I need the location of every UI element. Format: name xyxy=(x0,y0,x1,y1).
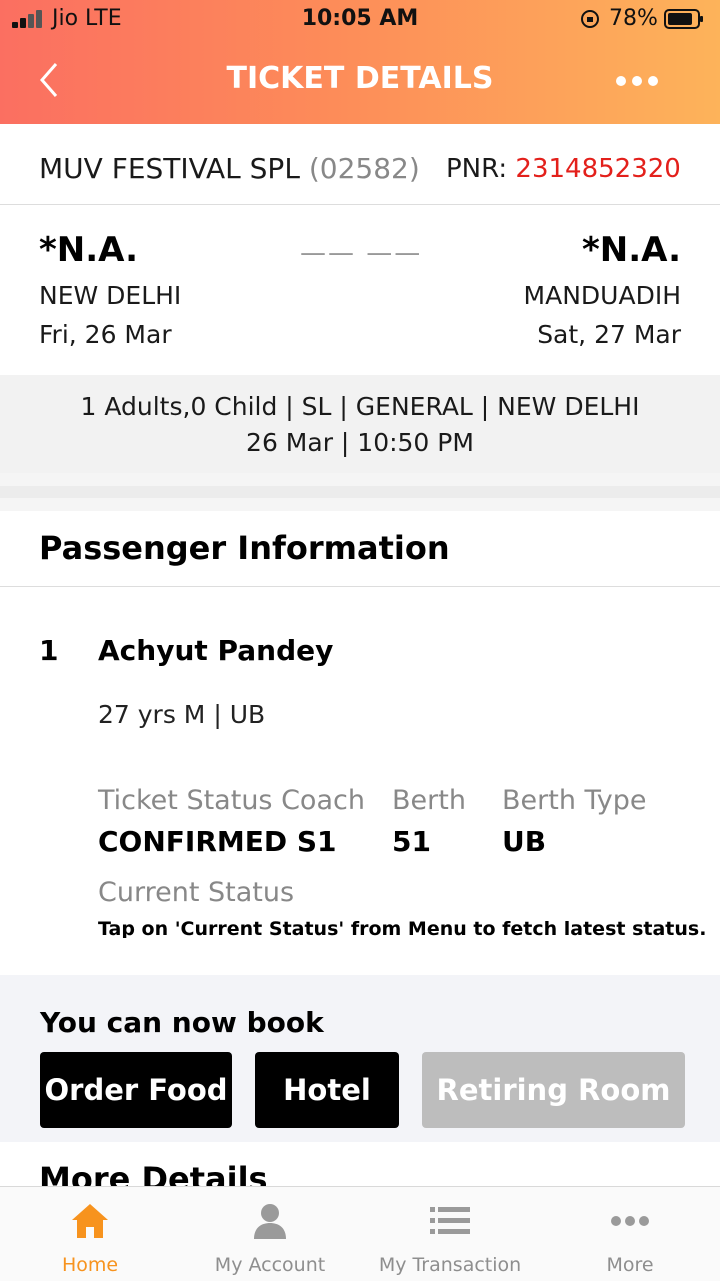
app-header: Jio LTE 10:05 AM 78% TICKET DETAILS xyxy=(0,0,720,124)
tab-my-account[interactable]: My Account xyxy=(180,1187,360,1281)
more-details-heading: More Details xyxy=(39,1160,268,1186)
passenger-name: Achyut Pandey xyxy=(98,634,334,667)
more-dots-icon[interactable] xyxy=(612,68,662,94)
train-info-row: MUV FESTIVAL SPL (02582) PNR: 2314852320 xyxy=(0,124,720,205)
summary-line-2: 26 Mar | 10:50 PM xyxy=(246,428,474,457)
tab-label: My Account xyxy=(214,1254,326,1276)
order-food-button[interactable]: Order Food xyxy=(40,1052,232,1128)
passenger-index: 1 xyxy=(39,634,59,667)
list-icon xyxy=(430,1207,470,1234)
to-date: Sat, 27 Mar xyxy=(537,320,681,349)
berth-label: Berth xyxy=(392,785,466,816)
current-status-label: Current Status xyxy=(98,877,295,908)
booking-summary: 1 Adults,0 Child | SL | GENERAL | NEW DE… xyxy=(0,375,720,473)
ticket-status-coach-value: CONFIRMED S1 xyxy=(98,825,337,858)
battery-percent: 78% xyxy=(609,6,658,31)
tab-label: My Transaction xyxy=(378,1254,522,1276)
to-station-code: *N.A. xyxy=(581,230,681,270)
train-number: (02582) xyxy=(308,152,420,185)
book-section-title: You can now book xyxy=(40,1006,324,1039)
tab-label: More xyxy=(606,1254,654,1276)
home-icon xyxy=(72,1204,108,1238)
pnr: PNR: 2314852320 xyxy=(446,154,681,184)
current-status-note: Tap on 'Current Status' from Menu to fet… xyxy=(98,918,707,938)
battery-icon xyxy=(664,9,703,29)
passenger-section-title: Passenger Information xyxy=(39,529,450,567)
status-bar: Jio LTE 10:05 AM 78% xyxy=(0,0,720,40)
train-name-text: MUV FESTIVAL SPL xyxy=(39,152,300,185)
from-station-code: *N.A. xyxy=(39,230,139,270)
passenger-meta: 27 yrs M | UB xyxy=(98,700,266,729)
train-name: MUV FESTIVAL SPL (02582) xyxy=(39,152,420,185)
to-station-name: MANDUADIH xyxy=(523,281,681,310)
section-gap xyxy=(0,473,720,511)
user-icon xyxy=(254,1204,286,1239)
more-dots-icon xyxy=(611,1216,649,1226)
tab-label: Home xyxy=(61,1254,119,1276)
hotel-button[interactable]: Hotel xyxy=(255,1052,399,1128)
from-station-name: NEW DELHI xyxy=(39,281,182,310)
berth-type-label: Berth Type xyxy=(502,785,647,816)
divider xyxy=(0,586,720,587)
tab-home[interactable]: Home xyxy=(0,1187,180,1281)
berth-type-value: UB xyxy=(502,825,547,858)
tab-more[interactable]: More xyxy=(540,1187,720,1281)
summary-line-1: 1 Adults,0 Child | SL | GENERAL | NEW DE… xyxy=(80,392,640,421)
ticket-status-coach-label: Ticket Status Coach xyxy=(98,785,365,816)
journey-duration: —— —— xyxy=(300,238,423,268)
pnr-value: 2314852320 xyxy=(515,154,681,184)
berth-value: 51 xyxy=(392,825,431,858)
tab-bar: Home My Account My Transaction More xyxy=(0,1186,720,1281)
retiring-room-button[interactable]: Retiring Room xyxy=(422,1052,685,1128)
rotation-lock-icon xyxy=(581,10,599,28)
gap-band xyxy=(0,486,720,498)
from-date: Fri, 26 Mar xyxy=(39,320,172,349)
tab-my-transaction[interactable]: My Transaction xyxy=(360,1187,540,1281)
pnr-label: PNR: xyxy=(446,154,508,184)
